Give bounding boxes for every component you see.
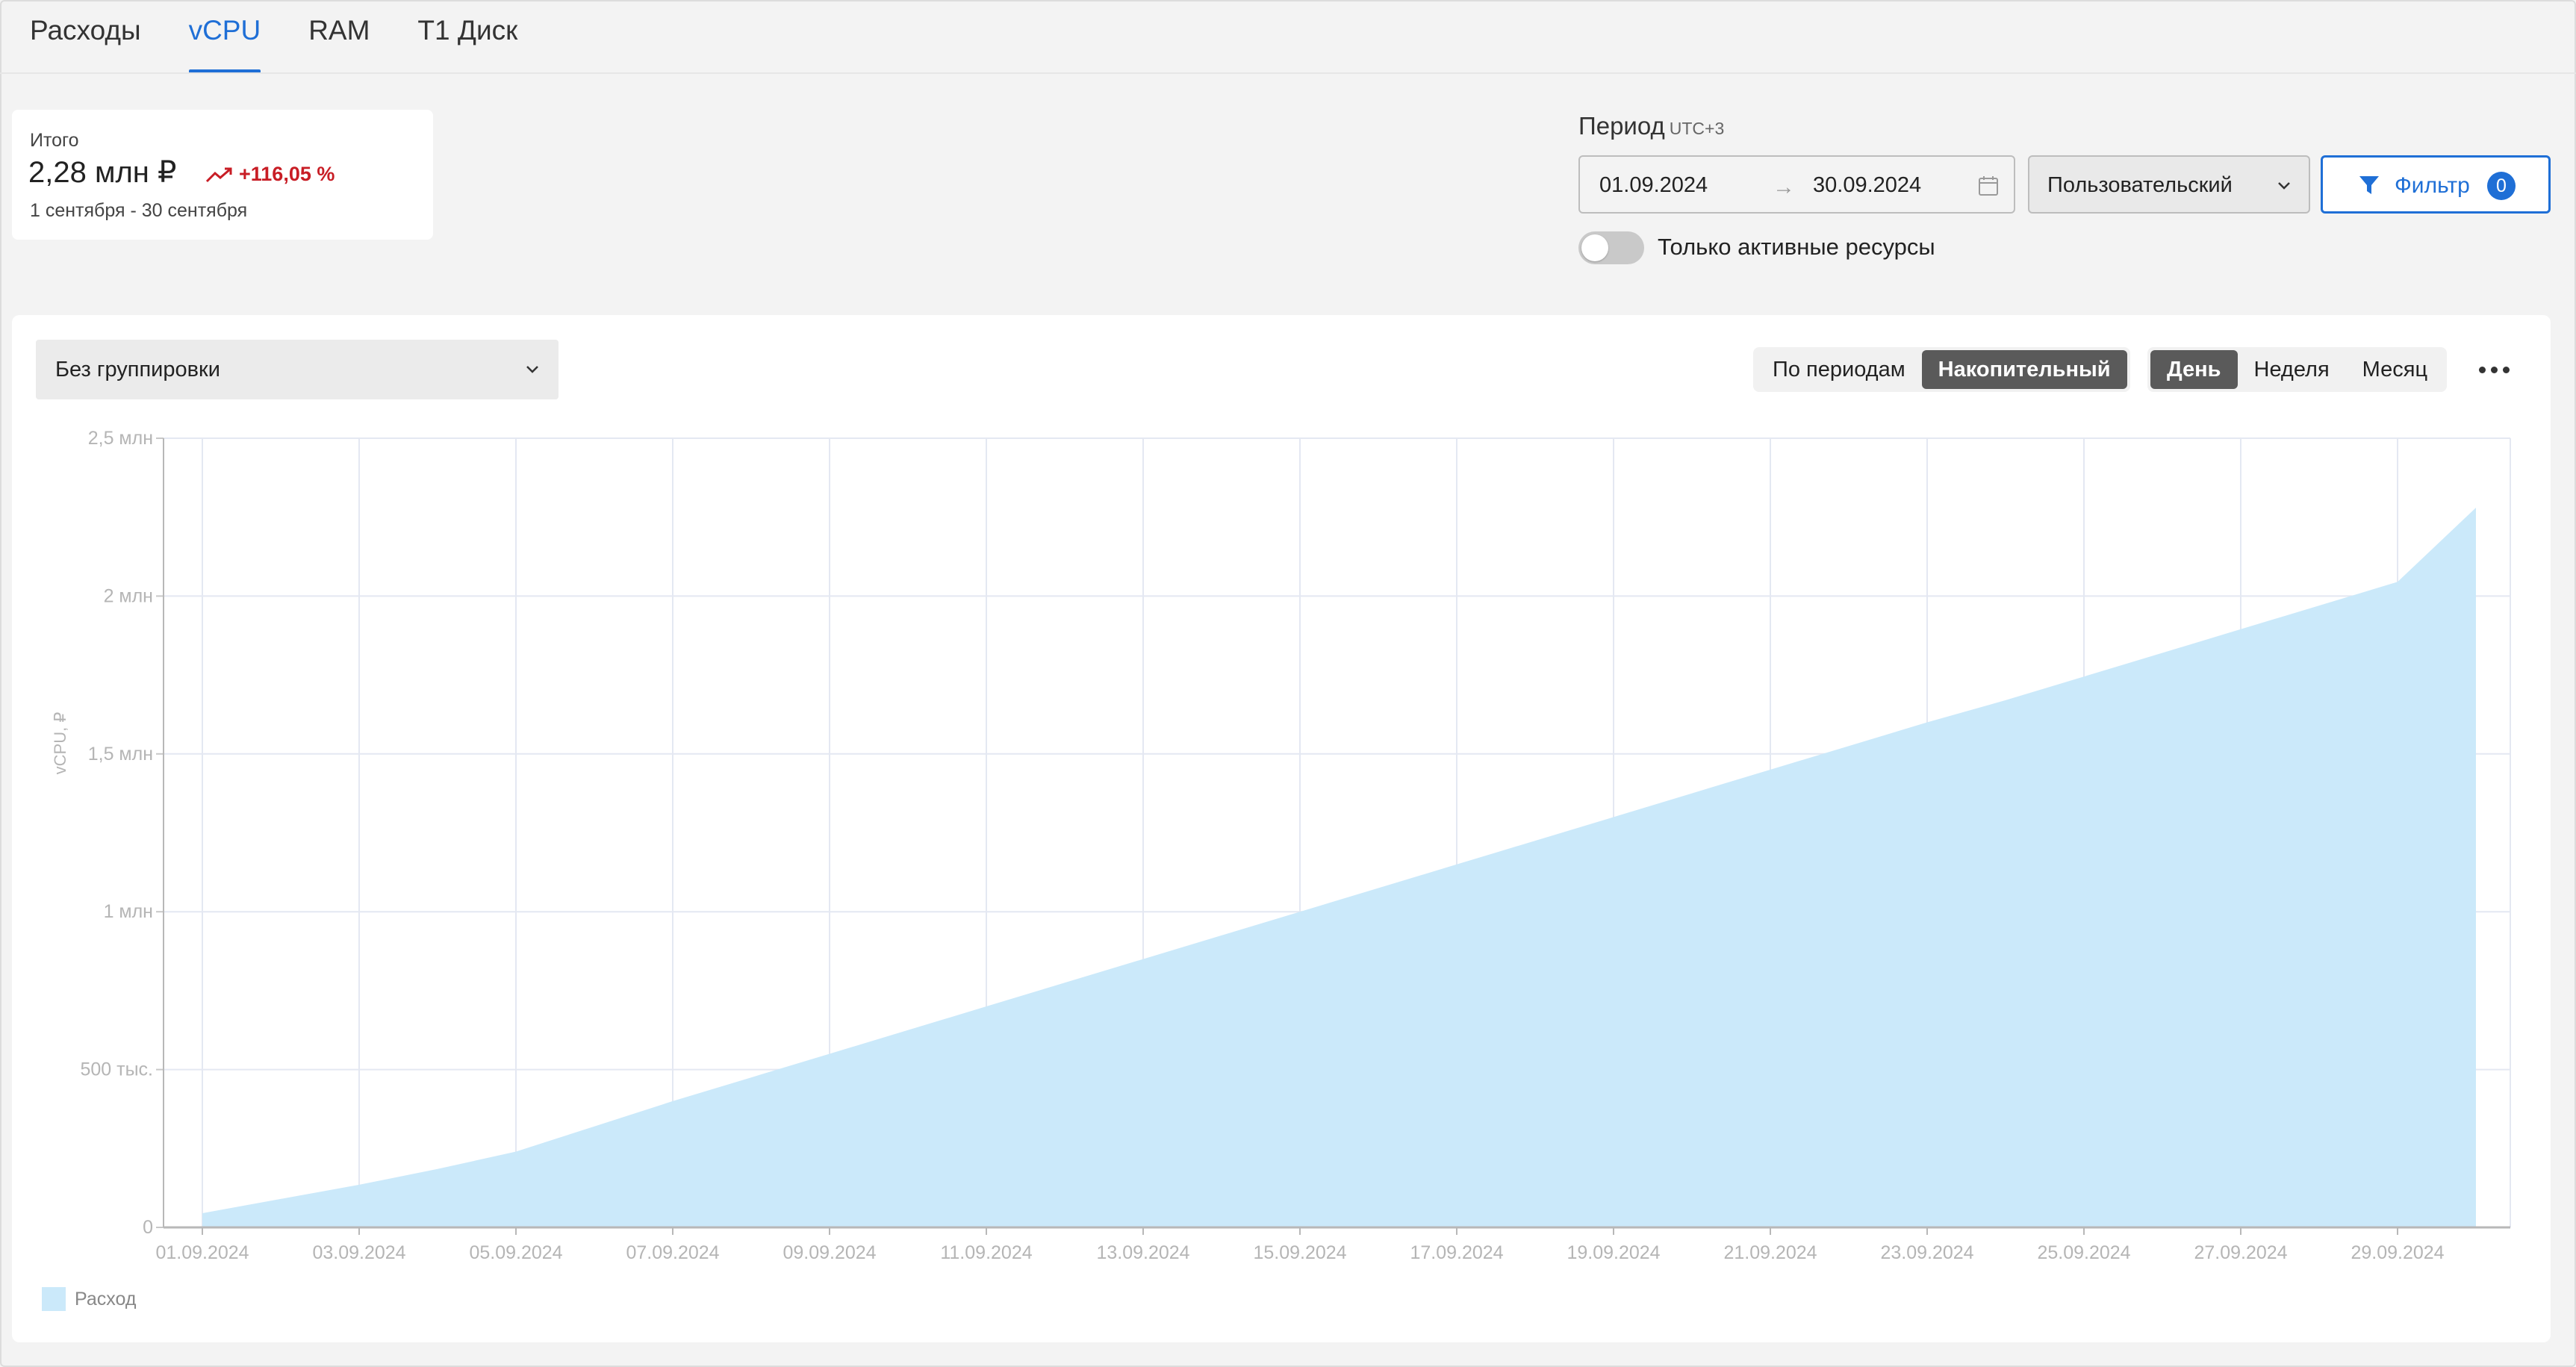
x-tick-label: 25.09.2024 (2037, 1242, 2130, 1263)
summary-value: 2,28 млн ₽ (28, 156, 177, 189)
y-tick-label: 1 млн (104, 901, 153, 922)
x-tick-label: 29.09.2024 (2351, 1242, 2444, 1263)
date-range-picker[interactable]: 01.09.2024 → 30.09.2024 (1578, 155, 2015, 214)
filter-icon (2359, 176, 2379, 194)
filter-label: Фильтр (2395, 173, 2470, 198)
x-tick-label: 11.09.2024 (940, 1242, 1032, 1263)
calendar-icon[interactable] (1977, 175, 2000, 197)
date-from-input[interactable]: 01.09.2024 (1599, 173, 1708, 198)
tab-expenses[interactable]: Расходы (30, 0, 141, 73)
date-to-input[interactable]: 30.09.2024 (1813, 173, 1921, 198)
toggle-knob (1581, 234, 1608, 261)
summary-change: +116,05 % (205, 163, 335, 186)
x-tick-label: 17.09.2024 (1410, 1242, 1503, 1263)
summary-card: Итого 2,28 млн ₽ +116,05 % 1 сентября - … (12, 110, 433, 240)
summary-label: Итого (30, 130, 79, 151)
x-tick-label: 01.09.2024 (155, 1242, 249, 1263)
y-tick-label: 2 млн (104, 585, 153, 606)
tab-bar: Расходы vCPU RAM Т1 Диск (30, 0, 565, 73)
x-tick-label: 23.09.2024 (1880, 1242, 1973, 1263)
summary-change-value: +116,05 % (239, 163, 335, 185)
y-tick-label: 1,5 млн (88, 744, 153, 765)
x-tick-label: 27.09.2024 (2194, 1242, 2287, 1263)
y-tick-label: 2,5 млн (88, 428, 153, 449)
x-tick-label: 03.09.2024 (312, 1242, 405, 1263)
active-resources-label: Только активные ресурсы (1658, 234, 1935, 260)
chart-card: Без группировки По периодам Накопительны… (12, 315, 2551, 1342)
x-tick-label: 19.09.2024 (1567, 1242, 1660, 1263)
chart-legend: Расход (42, 1287, 136, 1311)
summary-period: 1 сентября - 30 сентября (30, 200, 248, 221)
legend-label: Расход (75, 1288, 137, 1310)
trend-up-icon (205, 167, 232, 182)
chevron-down-icon (2278, 182, 2290, 190)
active-resources-toggle[interactable] (1578, 231, 1644, 264)
period-preset-select[interactable]: Пользовательский (2028, 155, 2310, 214)
series-area-rashod (202, 508, 2476, 1227)
x-tick-label: 05.09.2024 (469, 1242, 562, 1263)
y-tick-label: 500 тыс. (80, 1059, 153, 1080)
period-label-text: Период (1578, 112, 1665, 140)
period-label: Период UTC+3 (1578, 112, 1724, 140)
tab-vcpu[interactable]: vCPU (188, 0, 261, 73)
x-tick-label: 15.09.2024 (1253, 1242, 1346, 1263)
period-preset-value: Пользовательский (2047, 173, 2233, 197)
legend-swatch (42, 1287, 66, 1311)
filter-button[interactable]: Фильтр 0 (2321, 155, 2551, 214)
tab-t1-disk[interactable]: Т1 Диск (417, 0, 517, 73)
tabs-divider (0, 72, 2576, 74)
chart-plot: 0 500 тыс. 1 млн 1,5 млн 2 млн 2,5 млн 01.09.2… (51, 428, 2511, 1263)
timezone-label: UTC+3 (1669, 119, 1725, 138)
tab-ram[interactable]: RAM (308, 0, 370, 73)
x-tick-label: 07.09.2024 (626, 1242, 719, 1263)
y-tick-label: 0 (143, 1217, 153, 1238)
filter-count-badge: 0 (2487, 172, 2516, 200)
x-tick-label: 09.09.2024 (783, 1242, 876, 1263)
x-tick-label: 21.09.2024 (1723, 1242, 1817, 1263)
x-tick-label: 13.09.2024 (1096, 1242, 1189, 1263)
y-axis-title: vCPU, ₽ (51, 712, 69, 775)
arrow-right-icon: → (1773, 175, 1795, 199)
